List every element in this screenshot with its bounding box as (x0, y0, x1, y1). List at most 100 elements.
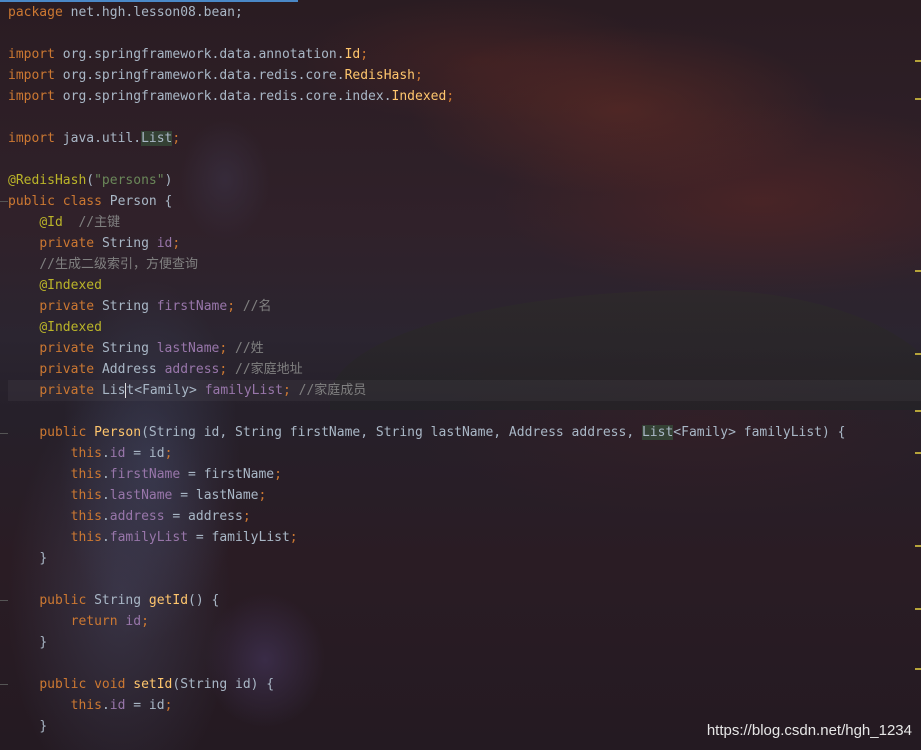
code-line-1: package net.hgh.lesson08.bean; (8, 2, 921, 23)
brace: { (156, 194, 173, 209)
import-path: org.springframework.data.redis.core.inde… (54, 89, 392, 104)
type: Address (101, 362, 157, 377)
semicolon: ; (446, 89, 455, 104)
void-keyword: void (94, 677, 126, 692)
private-keyword: private (39, 299, 95, 314)
code-line-14: @Indexed (8, 275, 921, 296)
semicolon: ; (164, 698, 173, 713)
import-class: RedisHash (344, 68, 416, 83)
type: Lis (101, 383, 126, 398)
fold-marker-icon[interactable] (0, 600, 8, 601)
method-params: () { (188, 593, 220, 608)
comment: //主键 (78, 215, 121, 230)
semicolon: ; (282, 383, 291, 398)
public-keyword: public (8, 194, 55, 209)
fold-marker-icon[interactable] (0, 433, 8, 434)
import-path: org.springframework.data.redis.core. (54, 68, 345, 83)
code-line-22: this.id = id; (70, 446, 173, 461)
warning-stripe-icon[interactable] (915, 545, 921, 547)
code-line-9: @RedisHash("persons") (8, 170, 921, 191)
field-name: lastName (109, 488, 173, 503)
semicolon: ; (219, 362, 228, 377)
type: String (101, 299, 149, 314)
fold-marker-icon[interactable] (0, 201, 8, 202)
code-line-29: public String getId() { (8, 590, 921, 611)
this-keyword: this (70, 446, 102, 461)
semicolon: ; (219, 341, 228, 356)
import-class: Indexed (391, 89, 447, 104)
semicolon: ; (242, 509, 251, 524)
warning-stripe-icon[interactable] (915, 608, 921, 610)
code-line-7: import java.util.List; (8, 128, 921, 149)
public-keyword: public (39, 425, 87, 440)
class-name: Person (109, 194, 157, 209)
code-editor[interactable]: package net.hgh.lesson08.bean; import or… (8, 2, 921, 737)
warning-stripe-icon[interactable] (915, 410, 921, 412)
fold-marker-icon[interactable] (0, 684, 8, 685)
brace: } (39, 551, 48, 566)
id-annotation: @Id (39, 215, 63, 230)
assignment: = id (125, 698, 165, 713)
watermark-url: https://blog.csdn.net/hgh_1234 (706, 722, 912, 739)
field-name: id (109, 446, 126, 461)
import-path: org.springframework.data.annotation. (54, 47, 345, 62)
field-name: address (164, 362, 220, 377)
semicolon: ; (360, 47, 369, 62)
field-name: address (109, 509, 165, 524)
code-line-13: //生成二级索引，方便查询 (8, 254, 921, 275)
package-keyword: package (8, 5, 63, 20)
warning-stripe-icon[interactable] (915, 270, 921, 272)
warning-stripe-icon[interactable] (915, 353, 921, 355)
semicolon: ; (258, 488, 267, 503)
public-keyword: public (39, 593, 87, 608)
assignment: = firstName (180, 467, 275, 482)
brace: } (39, 635, 48, 650)
comment: //姓 (235, 341, 264, 356)
import-class-highlighted: List (141, 131, 173, 146)
import-path: java.util. (54, 131, 142, 146)
package-name: net.hgh.lesson08.bean; (62, 5, 243, 20)
semicolon: ; (227, 299, 236, 314)
code-line-16: @Indexed (8, 317, 921, 338)
class-keyword: class (62, 194, 102, 209)
warning-stripe-icon[interactable] (915, 668, 921, 670)
constructor-params: <Family> familyList) { (673, 425, 846, 440)
code-line-25: this.address = address; (70, 509, 251, 524)
private-keyword: private (39, 362, 95, 377)
type: String (101, 236, 149, 251)
assignment: = id (125, 446, 165, 461)
warning-stripe-icon[interactable] (915, 60, 921, 62)
constructor-name: Person (94, 425, 142, 440)
code-line-33: public void setId(String id) { (8, 674, 921, 695)
paren: ) (164, 173, 173, 188)
code-line-31: } (8, 632, 921, 653)
warning-stripe-icon[interactable] (915, 452, 921, 454)
field-name: familyList (204, 383, 283, 398)
comment: //家庭地址 (235, 362, 303, 377)
comment: //生成二级索引，方便查询 (39, 257, 198, 272)
code-line-30: return id; (8, 611, 921, 632)
constructor-params: (String id, String firstName, String las… (141, 425, 642, 440)
comment: //名 (242, 299, 272, 314)
semicolon: ; (164, 446, 173, 461)
code-line-18: private Address address; //家庭地址 (8, 359, 921, 380)
field-name: firstName (109, 467, 181, 482)
field-name: id (156, 236, 173, 251)
code-line-11: @Id //主键 (8, 212, 921, 233)
import-keyword: import (8, 68, 55, 83)
code-line-21: public Person(String id, String firstNam… (8, 422, 921, 443)
type: String (94, 593, 142, 608)
type: String (101, 341, 149, 356)
code-line-27: } (8, 548, 921, 569)
comment: //家庭成员 (298, 383, 367, 398)
public-keyword: public (39, 677, 87, 692)
indexed-annotation: @Indexed (39, 320, 102, 335)
code-line-10: public class Person { (8, 191, 921, 212)
redishash-annotation: @RedisHash (8, 173, 87, 188)
code-line-34: this.id = id; (70, 698, 173, 713)
semicolon: ; (141, 614, 149, 629)
warning-stripe-icon[interactable] (915, 98, 921, 100)
